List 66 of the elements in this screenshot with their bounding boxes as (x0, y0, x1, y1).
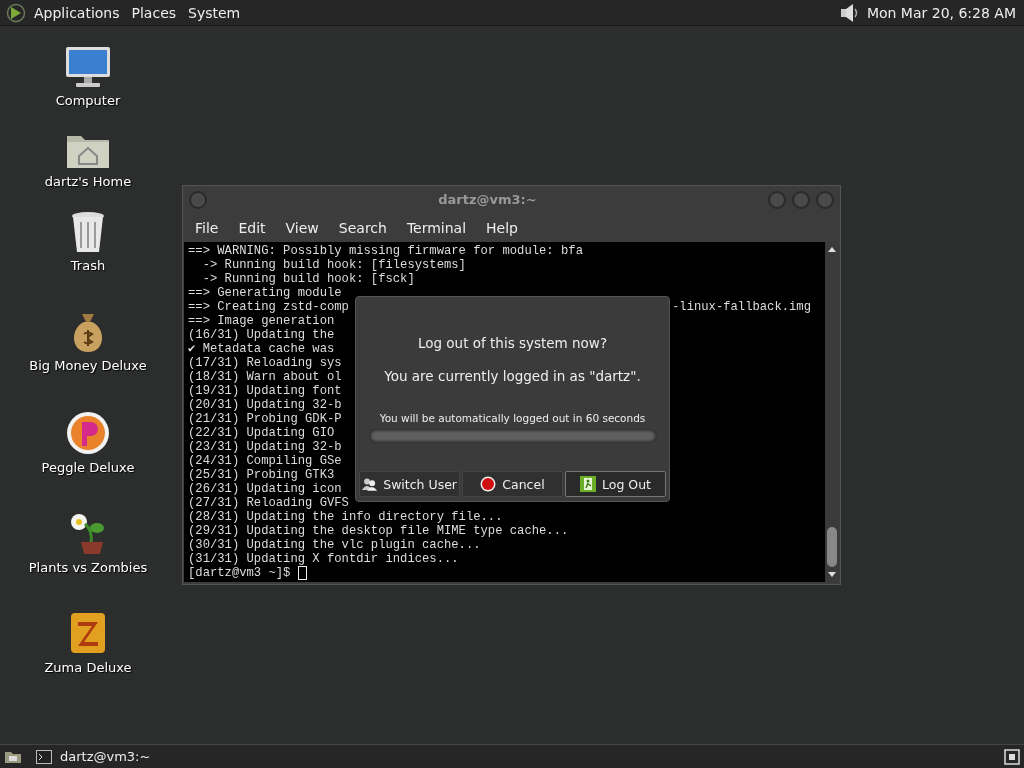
scroll-thumb[interactable] (827, 527, 837, 567)
prompt: [dartz@vm3 ~]$ (188, 566, 291, 581)
play-logo-icon[interactable] (6, 2, 26, 23)
terminal-line: ==> Generating module (188, 286, 342, 300)
terminal-line: (25/31) Probing GTK3 (188, 468, 335, 482)
terminal-line: (20/31) Updating 32-b (188, 398, 342, 412)
icon-label[interactable]: Computer (55, 93, 121, 108)
terminal-line: ==> Image generation (188, 314, 335, 328)
icon-label[interactable]: Trash (70, 258, 106, 273)
menu-item[interactable]: View (275, 219, 329, 236)
terminal-line: (31/31) Updating X fontdir indices... (188, 552, 459, 566)
terminal-line: (21/31) Probing GDK-P (188, 412, 342, 426)
clock[interactable]: Mon Mar 20, 6:28 AM (866, 4, 1016, 21)
icon-label[interactable]: Plants vs Zombies (28, 560, 148, 575)
show-desktop-icon[interactable] (4, 749, 22, 764)
icon-label[interactable]: dartz's Home (44, 174, 132, 189)
menu-item[interactable]: File (185, 219, 229, 236)
terminal-line: (22/31) Updating GIO (188, 426, 335, 440)
terminal-line: (23/31) Updating 32-b (188, 440, 342, 454)
terminal-line: (24/31) Compiling GSe (188, 454, 342, 468)
terminal-line: -linux-fallback.img (672, 300, 811, 314)
panel-menu[interactable]: Places (131, 4, 177, 21)
dialog-button[interactable]: Switch User (359, 471, 460, 497)
ball-icon[interactable] (65, 410, 111, 456)
terminal-line: (19/31) Updating font (188, 384, 342, 398)
exit-door-icon (580, 476, 596, 492)
stop-icon (480, 476, 497, 492)
monitor-icon[interactable] (64, 45, 112, 89)
dialog-button[interactable]: Cancel (462, 471, 563, 497)
terminal-line: (17/31) Reloading sys (188, 356, 342, 370)
terminal-line: (27/31) Reloading GVFS (188, 496, 349, 510)
terminal-line: (26/31) Updating icon (188, 482, 342, 496)
terminal-line: ==> WARNING: Possibly missing firmware for module: bfa (188, 244, 583, 258)
terminal-line: -> Running build hook: [filesystems] (201, 258, 466, 272)
scroll-down-icon[interactable] (827, 571, 837, 579)
stone-block-icon[interactable] (68, 610, 108, 656)
terminal-icon (36, 749, 52, 764)
dialog-question: Log out of this system now? (417, 335, 608, 351)
icon-label[interactable]: Zuma Deluxe (44, 660, 132, 675)
terminal-line: (16/31) Updating the (188, 328, 335, 342)
workspace-switcher-icon[interactable] (1004, 748, 1020, 765)
taskbar-button[interactable]: dartz@vm3:~ (32, 749, 232, 764)
dialog-button[interactable]: Log Out (565, 471, 666, 497)
trash-icon[interactable] (69, 210, 107, 254)
menu-item[interactable]: Terminal (396, 219, 477, 236)
terminal-line: (29/31) Updating the desktop file MIME type cache... (188, 524, 569, 538)
terminal-line: ✔ Metadata cache was (188, 342, 335, 356)
terminal-line: -> Running build hook: [fsck] (201, 272, 415, 286)
menu-item[interactable]: Edit (228, 219, 276, 236)
text-cursor (297, 566, 307, 580)
countdown-text: You will be automatically logged out in 60 seconds (379, 412, 646, 424)
icon-label[interactable]: Peggle Deluxe (41, 460, 135, 475)
terminal-line: (30/31) Updating the vlc plugin cache... (188, 538, 481, 552)
users-icon (362, 476, 378, 492)
icon-label[interactable]: Big Money Deluxe (29, 358, 147, 373)
menu-item[interactable]: Search (328, 219, 397, 236)
dialog-info: You are currently logged in as "dartz". (384, 368, 641, 384)
panel-menu[interactable]: Applications (34, 4, 120, 21)
terminal-line: (28/31) Updating the info directory file... (188, 510, 503, 524)
panel-menu[interactable]: System (188, 4, 241, 21)
scrollbar[interactable] (825, 242, 839, 582)
menu-item[interactable]: Help (476, 219, 528, 236)
window-title: dartz@vm3:~ (437, 192, 538, 207)
scroll-up-icon[interactable] (827, 245, 837, 253)
terminal-line: (18/31) Warn about ol (188, 370, 342, 384)
terminal-line: ==> Creating zstd-comp (188, 300, 349, 314)
